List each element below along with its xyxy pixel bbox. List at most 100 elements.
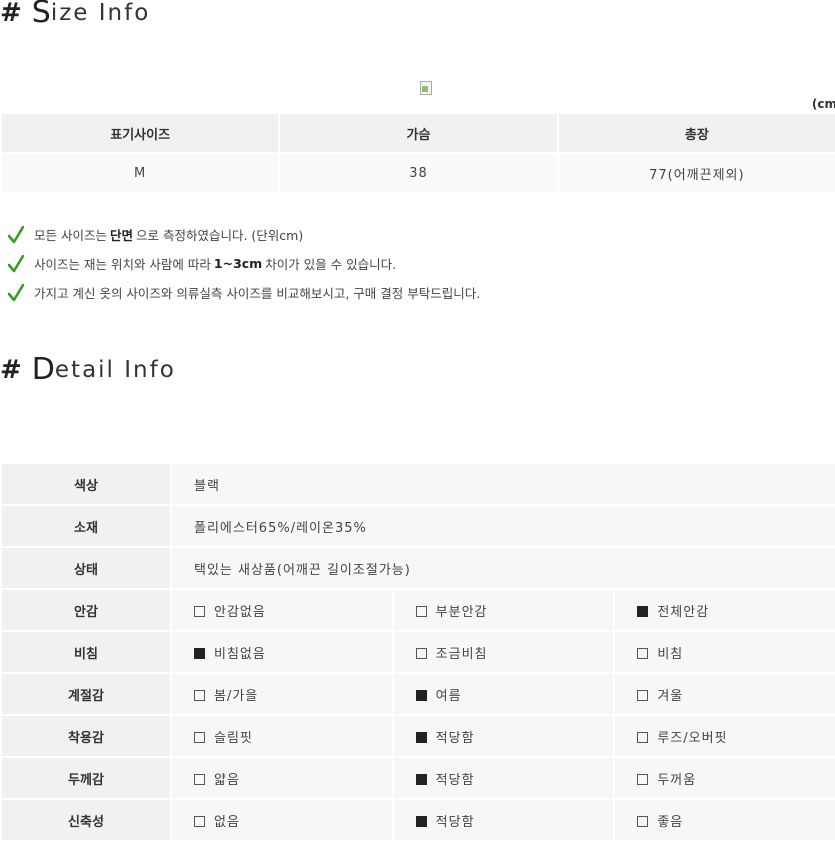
detail-option: 안감없음	[172, 590, 392, 630]
detail-option: 루즈/오버핏	[615, 716, 835, 756]
detail-label: 소재	[2, 506, 170, 546]
check-icon	[8, 254, 24, 272]
unchecked-box-icon	[415, 605, 427, 617]
checked-box-icon	[415, 689, 427, 701]
detail-option-row: 안감 안감없음 부분안감 전체안감	[2, 590, 835, 630]
detail-option: 비침	[615, 632, 835, 672]
detail-row: 상태 택있는 새상품(어깨끈 길이조절가능)	[2, 548, 835, 588]
size-table-header-row: 표기사이즈 가슴 총장	[2, 114, 835, 152]
detail-label: 상태	[2, 548, 170, 588]
note-item: 가지고 계신 옷의 사이즈와 의류실측 사이즈를 비교해보시고, 구매 결정 부…	[8, 278, 486, 307]
size-table-row: M 38 77(어깨끈제외)	[2, 154, 835, 192]
note-text-before: 가지고 계신 옷의 사이즈와 의류실측 사이즈를 비교해보시고, 구매 결정 부…	[34, 286, 481, 301]
detail-option: 부분안감	[393, 590, 614, 630]
detail-label: 비침	[2, 632, 170, 672]
note-item: 사이즈는 재는 위치와 사람에 따라 1~3cm 차이가 있을 수 있습니다.	[8, 249, 486, 278]
unchecked-box-icon	[194, 689, 205, 701]
option-text: 조금비침	[435, 646, 488, 662]
unit-note: (cm	[811, 97, 835, 111]
option-text: 없음	[214, 814, 240, 830]
heading-rest: ize Info	[50, 0, 151, 26]
note-item: 모든 사이즈는 단면 으로 측정하였습니다. (단위cm)	[8, 220, 486, 249]
heading-initial: D	[31, 352, 55, 387]
detail-info-heading: # D etail Info	[0, 352, 176, 387]
option-text: 안감없음	[214, 604, 266, 620]
note-text-bold: 1~3cm	[213, 256, 263, 271]
option-text: 봄/가을	[214, 688, 259, 704]
size-header-cell: 가슴	[280, 114, 557, 152]
detail-label: 착용감	[2, 716, 170, 756]
detail-option: 슬림핏	[172, 716, 392, 756]
unchecked-box-icon	[194, 605, 205, 617]
option-text: 얇음	[214, 772, 240, 788]
detail-option-row: 착용감 슬림핏 적당함 루즈/오버핏	[2, 716, 835, 756]
unchecked-box-icon	[194, 773, 205, 785]
unchecked-box-icon	[637, 647, 649, 659]
detail-label: 두께감	[2, 758, 170, 798]
unchecked-box-icon	[637, 815, 649, 827]
note-text-before: 모든 사이즈는	[34, 228, 107, 243]
check-icon	[8, 225, 24, 243]
unchecked-box-icon	[415, 647, 427, 659]
unchecked-box-icon	[194, 815, 205, 827]
unchecked-box-icon	[637, 689, 649, 701]
unchecked-box-icon	[637, 731, 649, 743]
size-cell: M	[2, 154, 279, 192]
detail-table: 색상 블랙 소재 폴리에스터65%/레이온35% 상태 택있는 새상품(어깨끈 길이조절가…	[0, 462, 835, 842]
note-text-before: 사이즈는 재는 위치와 사람에 따라	[34, 257, 211, 272]
checked-box-icon	[194, 647, 205, 659]
option-text: 비침	[657, 646, 684, 662]
detail-option-row: 두께감 얇음 적당함 두꺼움	[2, 758, 835, 798]
size-cell: 38	[280, 154, 557, 192]
detail-option: 여름	[393, 674, 614, 714]
option-text: 적당함	[435, 772, 475, 788]
option-text: 좋음	[657, 814, 684, 830]
note-text-bold: 단면	[109, 228, 133, 243]
option-text: 겨울	[657, 688, 684, 704]
option-text: 루즈/오버핏	[657, 730, 728, 746]
option-text: 부분안감	[435, 604, 488, 620]
detail-label: 안감	[2, 590, 170, 630]
detail-option: 전체안감	[615, 590, 835, 630]
checked-box-icon	[415, 731, 427, 743]
detail-value: 택있는 새상품(어깨끈 길이조절가능)	[172, 548, 835, 588]
detail-option: 두꺼움	[615, 758, 835, 798]
detail-option-row: 신축성 없음 적당함 좋음	[2, 800, 835, 840]
detail-option-row: 비침 비침없음 조금비침 비침	[2, 632, 835, 672]
broken-image-icon	[420, 81, 434, 95]
option-text: 비침없음	[214, 646, 266, 662]
detail-value: 폴리에스터65%/레이온35%	[172, 506, 835, 546]
note-text-after: 차이가 있을 수 있습니다.	[265, 257, 397, 272]
checked-box-icon	[415, 815, 427, 827]
heading-initial: S	[31, 0, 51, 30]
detail-option: 봄/가을	[172, 674, 392, 714]
detail-label: 신축성	[2, 800, 170, 840]
unchecked-box-icon	[194, 731, 205, 743]
heading-rest: etail Info	[54, 357, 176, 383]
detail-option: 적당함	[393, 716, 614, 756]
note-text-after: 으로 측정하였습니다. (단위cm)	[136, 228, 304, 243]
detail-value: 블랙	[172, 464, 835, 504]
checked-box-icon	[415, 773, 427, 785]
hash-mark: #	[0, 0, 22, 28]
detail-option: 없음	[172, 800, 392, 840]
option-text: 슬림핏	[214, 730, 253, 746]
detail-option: 비침없음	[172, 632, 392, 672]
detail-option: 겨울	[615, 674, 835, 714]
option-text: 두꺼움	[657, 772, 697, 788]
detail-row: 소재 폴리에스터65%/레이온35%	[2, 506, 835, 546]
detail-option: 얇음	[172, 758, 392, 798]
option-text: 적당함	[435, 814, 475, 830]
size-table: 표기사이즈 가슴 총장 M 38 77(어깨끈제외)	[0, 112, 835, 194]
detail-option: 조금비침	[393, 632, 614, 672]
detail-option: 적당함	[393, 800, 614, 840]
size-notes: 모든 사이즈는 단면 으로 측정하였습니다. (단위cm) 사이즈는 재는 위치와 사…	[8, 220, 486, 307]
unchecked-box-icon	[637, 773, 649, 785]
hash-mark: #	[0, 355, 22, 385]
detail-option: 적당함	[393, 758, 614, 798]
detail-option: 좋음	[615, 800, 835, 840]
size-header-cell: 표기사이즈	[2, 114, 279, 152]
option-text: 여름	[435, 688, 462, 704]
option-text: 적당함	[435, 730, 475, 746]
option-text: 전체안감	[657, 604, 710, 620]
